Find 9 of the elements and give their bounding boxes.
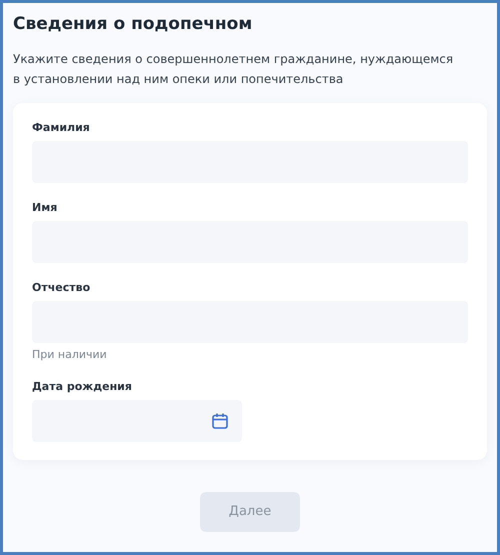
- field-label: Дата рождения: [32, 380, 133, 394]
- field-label: Фамилия: [32, 121, 91, 135]
- page-title: Сведения о подопечном: [13, 13, 254, 35]
- field-hint: При наличии: [32, 348, 108, 362]
- calendar-icon[interactable]: [211, 412, 229, 430]
- field-label: Отчество: [32, 281, 92, 295]
- field-label: Имя: [32, 201, 58, 215]
- description: Укажите сведения о совершеннолетнем гражданине, нуждающемся в установлении над ним опеки или попечительства: [13, 51, 454, 88]
- date-field[interactable]: [32, 400, 242, 442]
